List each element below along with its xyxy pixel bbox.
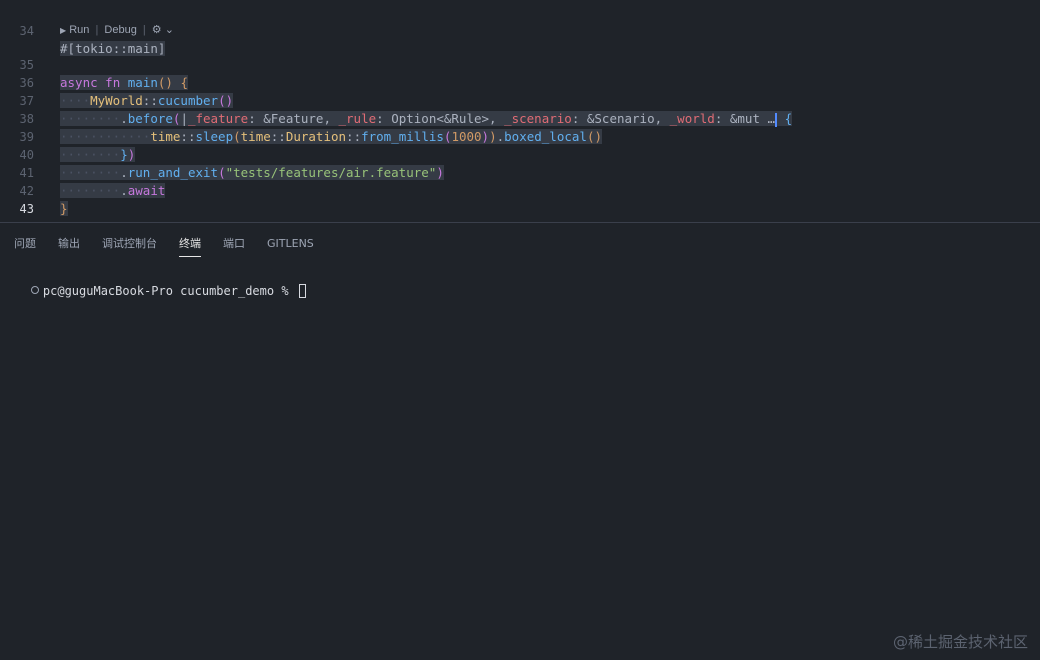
command-status-icon[interactable] bbox=[30, 286, 39, 294]
tab-output[interactable]: 输出 bbox=[58, 231, 80, 253]
panel-divider[interactable] bbox=[0, 222, 1040, 223]
code-line[interactable]: 42 } bbox=[0, 164, 1040, 216]
tab-debug-console[interactable]: 调试控制台 bbox=[102, 231, 157, 253]
code-line[interactable]: 41 ········.await bbox=[0, 146, 1040, 198]
code-line[interactable]: 36 ····MyWorld::cucumber() bbox=[0, 56, 1040, 108]
codelens-separator: | bbox=[95, 24, 99, 36]
chevron-down-icon[interactable]: ⌄ bbox=[165, 24, 174, 36]
code-line[interactable]: 43 bbox=[0, 182, 1040, 216]
tab-gitlens[interactable]: GITLENS bbox=[267, 231, 314, 253]
code-line[interactable]: 39 ········}) bbox=[0, 110, 1040, 162]
code-text: } bbox=[60, 201, 68, 216]
code-line[interactable]: 34 #[tokio::main] bbox=[0, 4, 1040, 56]
terminal-prompt-line: pc@guguMacBook-Pro cucumber_demo % bbox=[2, 264, 306, 298]
terminal-prompt: pc@guguMacBook-Pro cucumber_demo % bbox=[42, 284, 296, 298]
codelens-run[interactable]: Run bbox=[69, 24, 89, 36]
codelens-separator: | bbox=[142, 24, 146, 36]
settings-icon[interactable]: ⚙ bbox=[152, 24, 162, 36]
tab-problems[interactable]: 问题 bbox=[14, 231, 36, 253]
codelens-debug[interactable]: Debug bbox=[104, 24, 136, 36]
watermark: @稀土掘金技术社区 bbox=[892, 633, 1028, 651]
code-line[interactable]: 40 ········.run_and_exit("tests/features… bbox=[0, 128, 1040, 180]
code-line[interactable]: 38 ············time::sleep(time::Duratio… bbox=[0, 92, 1040, 144]
tab-ports[interactable]: 端口 bbox=[223, 231, 245, 253]
terminal-cursor bbox=[298, 284, 306, 298]
panel-tab-bar: 问题 输出 调试控制台 终端 端口 GITLENS bbox=[0, 228, 1040, 257]
tab-terminal[interactable]: 终端 bbox=[179, 231, 201, 257]
code-line[interactable]: 37 ········.before(|_feature: &Feature, … bbox=[0, 74, 1040, 127]
play-icon: ▶ bbox=[60, 26, 67, 35]
terminal[interactable]: pc@guguMacBook-Pro cucumber_demo % bbox=[0, 262, 1040, 660]
code-editor[interactable]: 34 #[tokio::main] ▶ Run | Debug | ⚙ ⌄ 35… bbox=[0, 0, 1040, 222]
line-number: 43 bbox=[19, 202, 34, 216]
code-line[interactable]: 35 async fn main() { bbox=[0, 38, 1040, 90]
codelens: ▶ Run | Debug | ⚙ ⌄ bbox=[60, 22, 174, 38]
